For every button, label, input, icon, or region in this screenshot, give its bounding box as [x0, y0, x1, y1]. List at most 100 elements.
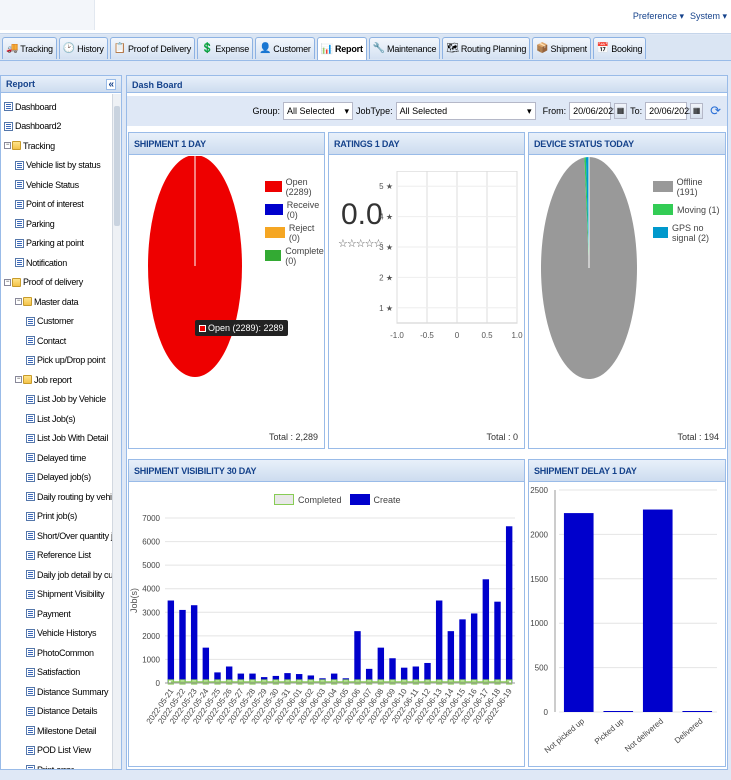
collapse-toggle-icon[interactable]: − [4, 142, 11, 150]
tree-item[interactable]: Dashboard2 [1, 117, 113, 137]
system-menu[interactable]: System ▾ [690, 11, 727, 22]
legend-completed: Completed [298, 494, 342, 505]
tab-report[interactable]: 📊 Report [316, 37, 367, 60]
tree-item[interactable]: Print job(s) [1, 507, 113, 527]
tree-item[interactable]: Short/Over quantity job list [1, 526, 113, 546]
bar-create[interactable] [435, 600, 443, 684]
tree-item[interactable]: Reference List [1, 546, 113, 566]
collapse-toggle-icon[interactable]: − [15, 298, 22, 306]
legend-item[interactable]: Offline (191) [653, 175, 725, 198]
tree-item[interactable]: Delayed time [1, 448, 113, 468]
bar-delay[interactable] [603, 711, 634, 712]
tree-item[interactable]: Vehicle Historys [1, 624, 113, 644]
tree-item[interactable]: Notification [1, 253, 113, 273]
report-page-icon [26, 453, 35, 463]
bar-delay[interactable] [642, 509, 673, 712]
bar-create[interactable] [377, 647, 385, 683]
tree-item-label: Tracking [23, 140, 55, 151]
tab-label: History [77, 43, 104, 54]
collapse-toggle-icon[interactable]: − [15, 376, 22, 384]
collapse-left-icon[interactable]: « [106, 78, 116, 90]
tab-booking[interactable]: 📅 Booking [592, 37, 647, 59]
tree-item[interactable]: Contact [1, 331, 113, 351]
tree-item[interactable]: Distance Summary [1, 682, 113, 702]
tree-item[interactable]: − Job report [1, 370, 113, 390]
bar-create[interactable] [470, 613, 478, 683]
tab-proof-of-delivery[interactable]: 📋 Proof of Delivery [109, 37, 196, 59]
tree-item[interactable]: Milestone Detail [1, 721, 113, 741]
tree-item[interactable]: Vehicle list by status [1, 156, 113, 176]
tree-item[interactable]: PhotoCommon [1, 643, 113, 663]
tab-shipment[interactable]: 📦 Shipment [532, 37, 591, 59]
from-date-input[interactable]: 20/06/2022 [569, 102, 618, 120]
jobtype-select[interactable]: All Selected ▾ [395, 102, 536, 120]
tree-item[interactable]: List Job With Detail [1, 429, 113, 449]
legend-item[interactable]: GPS no signal (2) [653, 221, 725, 244]
tree-item[interactable]: List Job by Vehicle [1, 390, 113, 410]
group-select[interactable]: All Selected ▾ [283, 102, 354, 120]
bar-create[interactable] [179, 609, 186, 683]
tree-item[interactable]: Parking [1, 214, 113, 234]
tree-item[interactable]: − Tracking [1, 136, 113, 156]
preference-menu[interactable]: Preference ▾ [633, 11, 684, 22]
tab-routing-planning[interactable]: 🗺 Routing Planning [442, 37, 531, 59]
tab-maintenance[interactable]: 🔧 Maintenance [368, 37, 441, 59]
legend-item[interactable]: Moving (1) [653, 198, 725, 221]
bar-create[interactable] [494, 601, 501, 683]
tree-item[interactable]: Delayed job(s) [1, 468, 113, 488]
bar-create[interactable] [167, 600, 175, 684]
tree-item[interactable]: Satisfaction [1, 663, 113, 683]
ratings-1day-card: RATINGS 1 DAY 0.0 ☆☆☆☆☆ -1.0 -0.5 0 0.5 1.0 1… [328, 132, 525, 449]
bar-delay[interactable] [563, 513, 594, 712]
tab-history[interactable]: 🕑 History [58, 37, 108, 59]
calendar-icon[interactable]: ▦ [690, 103, 704, 119]
bar-create[interactable] [354, 631, 361, 683]
shipment-legend: Open (2289) Receive (0) Reject (0) Complete… [265, 175, 328, 267]
tree-item[interactable]: Point of interest [1, 195, 113, 215]
report-page-icon [15, 180, 24, 190]
filter-bar: Group: All Selected ▾ JobType: All Select… [127, 96, 727, 126]
to-date-input[interactable]: 20/06/2022 [645, 102, 694, 120]
tree-item[interactable]: Pick up/Drop point [1, 351, 113, 371]
bar-create[interactable] [190, 605, 198, 683]
bar-delay[interactable] [682, 711, 713, 712]
tree-item[interactable]: POD List View [1, 741, 113, 761]
calendar-icon[interactable]: ▦ [614, 103, 628, 119]
collapse-toggle-icon[interactable]: − [4, 278, 11, 286]
tree-scroll-thumb[interactable] [114, 106, 120, 226]
tab-tracking[interactable]: 🚚 Tracking [2, 37, 57, 59]
refresh-icon[interactable]: ⟳ [710, 103, 721, 119]
tree-item[interactable]: Daily routing by vehicle [1, 487, 113, 507]
y-tick-label: 4 ★ [379, 213, 393, 222]
report-page-icon [4, 102, 13, 112]
bar-create[interactable] [389, 658, 396, 683]
tree-scrollbar[interactable] [112, 94, 121, 769]
legend-item[interactable]: Complete (0) [265, 244, 328, 267]
bar-create[interactable] [202, 647, 210, 683]
tree-item[interactable]: Shipment Visibility [1, 585, 113, 605]
from-label: From: [542, 106, 567, 116]
tree-item[interactable]: Payment [1, 604, 113, 624]
legend-item[interactable]: Open (2289) [265, 175, 328, 198]
bar-create[interactable] [505, 526, 513, 683]
report-page-icon [26, 492, 35, 502]
tree-item[interactable]: − Master data [1, 292, 113, 312]
bar-create[interactable] [447, 631, 455, 683]
tree-item[interactable]: Parking at point [1, 234, 113, 254]
tree-item[interactable]: Vehicle Status [1, 175, 113, 195]
tooltip-swatch [199, 324, 206, 332]
tree-item[interactable]: Customer [1, 312, 113, 332]
tree-item[interactable]: Dashboard [1, 97, 113, 117]
bar-create[interactable] [482, 579, 490, 683]
report-page-icon [26, 414, 35, 424]
tree-item[interactable]: − Proof of delivery [1, 273, 113, 293]
tree-item[interactable]: List Job(s) [1, 409, 113, 429]
bar-create[interactable] [459, 619, 466, 683]
tree-item[interactable]: Daily job detail by customer [1, 565, 113, 585]
tree-item[interactable]: Distance Details [1, 702, 113, 722]
tab-customer[interactable]: 👤 Customer [255, 37, 315, 59]
tree-item[interactable]: Print error [1, 760, 113, 769]
tab-expense[interactable]: 💲 Expense [197, 37, 253, 59]
legend-item[interactable]: Receive (0) [265, 198, 328, 221]
legend-item[interactable]: Reject (0) [265, 221, 328, 244]
